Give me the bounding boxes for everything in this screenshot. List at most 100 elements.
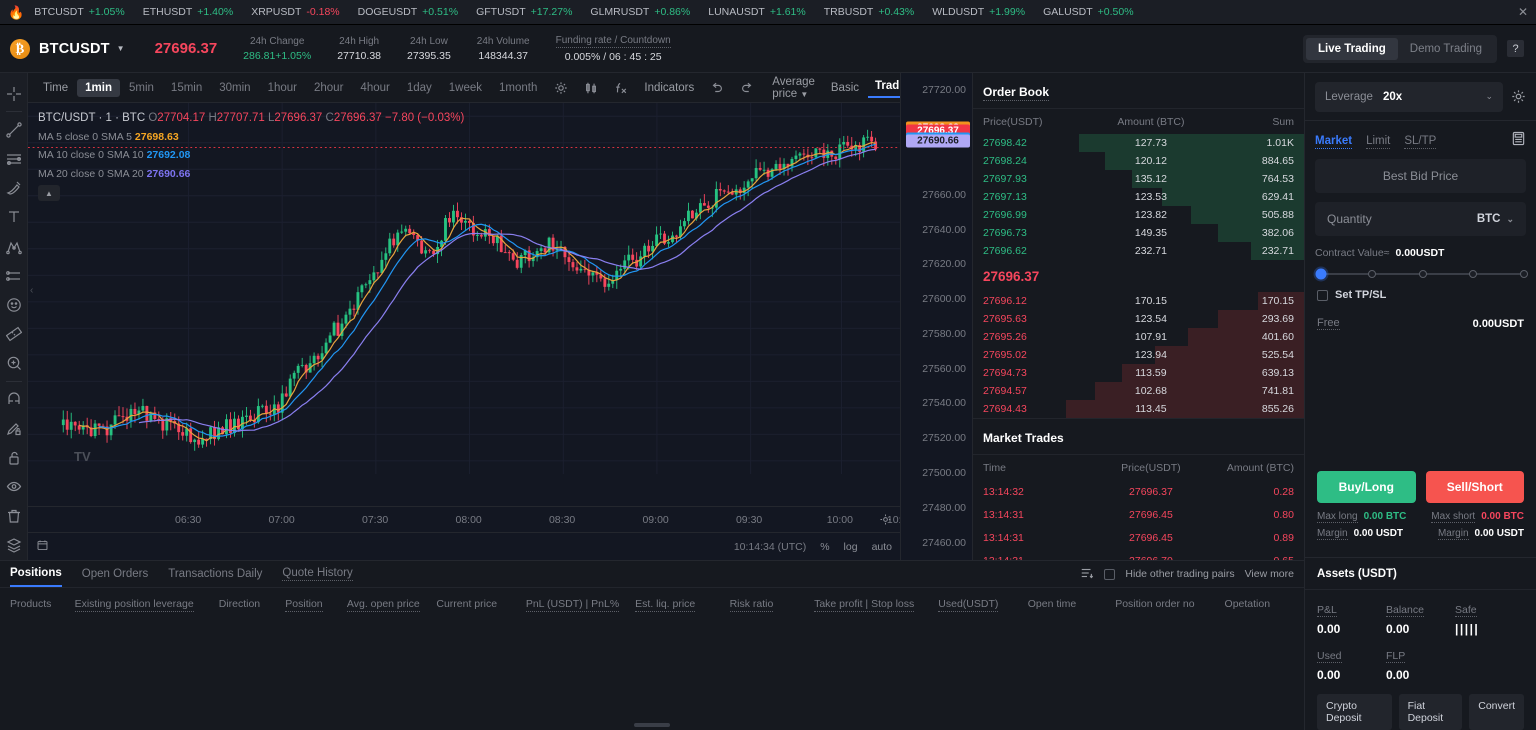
positions-tab-open-orders[interactable]: Open Orders — [82, 561, 148, 587]
ticker-item[interactable]: LUNAUSDT +1.61% — [708, 6, 806, 18]
crosshair-icon[interactable] — [1, 79, 27, 108]
chart-canvas-area[interactable]: BTC/USDT · 1 · BTC O27704.17 H27707.71 L… — [28, 103, 900, 506]
eye-icon[interactable] — [1, 472, 27, 501]
order-tab-sl-tp[interactable]: SL/TP — [1404, 135, 1437, 149]
timeframe-5min[interactable]: 5min — [121, 79, 162, 97]
demo-trading-button[interactable]: Demo Trading — [1398, 38, 1494, 60]
log-scale-button[interactable]: log — [844, 541, 858, 553]
timeframe-1min[interactable]: 1min — [77, 78, 120, 97]
candle-type-icon[interactable] — [577, 81, 605, 95]
ticker-item[interactable]: GALUSDT +0.50% — [1043, 6, 1134, 18]
view-more-link[interactable]: View more — [1245, 568, 1294, 580]
order-book-row[interactable]: 27697.13 123.53 629.41 — [973, 188, 1304, 206]
slider-step-50[interactable] — [1418, 270, 1427, 278]
set-tpsl-checkbox[interactable] — [1317, 289, 1328, 301]
crypto-deposit-button[interactable]: Crypto Deposit — [1317, 694, 1392, 730]
indicators-label[interactable]: Indicators — [637, 79, 701, 97]
pencil-unlock-icon[interactable] — [1, 414, 27, 443]
order-book-row[interactable]: 27694.73 113.59 639.13 — [973, 364, 1304, 382]
chart-settings-icon[interactable] — [547, 81, 575, 95]
ticker-item[interactable]: GLMRUSDT +0.86% — [590, 6, 690, 18]
order-book-row[interactable]: 27695.26 107.91 401.60 — [973, 328, 1304, 346]
timeframe-2hour[interactable]: 2hour — [306, 79, 351, 97]
trend-line-icon[interactable] — [1, 115, 27, 144]
timeframe-4hour[interactable]: 4hour — [352, 79, 397, 97]
order-book-row[interactable]: 27694.43 113.45 855.26 — [973, 400, 1304, 418]
order-book-row[interactable]: 27696.12 170.15 170.15 — [973, 292, 1304, 310]
ticker-item[interactable]: BTCUSDT +1.05% — [34, 6, 125, 18]
chevron-down-icon[interactable]: ▼ — [117, 44, 125, 53]
pair-selector-label[interactable]: BTCUSDT — [39, 41, 110, 57]
layers-icon[interactable] — [1, 531, 27, 560]
auto-scale-button[interactable]: auto — [872, 541, 892, 553]
timeframe-1week[interactable]: 1week — [441, 79, 490, 97]
resize-grip[interactable] — [0, 720, 1304, 730]
sell-short-button[interactable]: Sell/Short — [1425, 471, 1524, 503]
slider-step-25[interactable] — [1367, 270, 1376, 278]
order-book-row[interactable]: 27695.63 123.54 293.69 — [973, 310, 1304, 328]
help-icon[interactable]: ? — [1507, 40, 1524, 57]
ticker-item[interactable]: WLDUSDT +1.99% — [932, 6, 1025, 18]
ticker-item[interactable]: TRBUSDT +0.43% — [824, 6, 915, 18]
percent-scale-button[interactable]: % — [820, 541, 829, 553]
order-book-row[interactable]: 27696.62 232.71 232.71 — [973, 242, 1304, 260]
order-book-row[interactable]: 27698.42 127.73 1.01K — [973, 134, 1304, 152]
set-tpsl-row[interactable]: Set TP/SL — [1305, 283, 1536, 301]
convert-button[interactable]: Convert — [1469, 694, 1524, 730]
ticker-item[interactable]: ETHUSDT +1.40% — [143, 6, 234, 18]
brush-icon[interactable] — [1, 174, 27, 203]
hide-other-pairs-label[interactable]: Hide other trading pairs — [1125, 568, 1234, 580]
positions-tab-transactions-daily[interactable]: Transactions Daily — [168, 561, 262, 587]
order-book-row[interactable]: 27694.57 102.68 741.81 — [973, 382, 1304, 400]
hide-other-pairs-checkbox[interactable] — [1104, 568, 1116, 580]
order-book-row[interactable]: 27695.02 123.94 525.54 — [973, 346, 1304, 364]
fiat-deposit-button[interactable]: Fiat Deposit — [1398, 694, 1463, 730]
buy-long-button[interactable]: Buy/Long — [1317, 471, 1416, 503]
price-axis[interactable]: 27720.0027700.0027680.0027660.0027640.00… — [900, 73, 972, 560]
emoji-icon[interactable] — [1, 290, 27, 319]
trash-icon[interactable] — [1, 502, 27, 531]
filter-sort-icon[interactable] — [1080, 566, 1094, 583]
slider-step-100[interactable] — [1520, 270, 1528, 278]
time-axis[interactable]: 06:30 07:00 07:30 08:00 08:30 09:00 09:30 10:00… — [28, 506, 913, 532]
slider-handle-0[interactable] — [1315, 268, 1327, 280]
slider-step-75[interactable] — [1469, 270, 1478, 278]
basic-chart-tab[interactable]: Basic — [824, 79, 866, 97]
quantity-input[interactable]: Quantity BTC ⌄ — [1315, 202, 1526, 236]
positions-tab-quote-history[interactable]: Quote History — [282, 561, 353, 587]
positions-tab-positions[interactable]: Positions — [10, 561, 62, 587]
timeframe-1day[interactable]: 1day — [399, 79, 440, 97]
prediction-icon[interactable] — [1, 261, 27, 290]
calculator-icon[interactable] — [1511, 131, 1526, 151]
ruler-icon[interactable] — [1, 319, 27, 348]
zoom-in-icon[interactable] — [1, 349, 27, 378]
average-price-selector[interactable]: Average price ▼ — [765, 73, 822, 103]
best-bid-price-button[interactable]: Best Bid Price — [1315, 159, 1526, 193]
gear-icon[interactable] — [1511, 89, 1526, 104]
leverage-selector[interactable]: Leverage 20x ⌄ — [1315, 81, 1503, 112]
text-icon[interactable] — [1, 203, 27, 232]
ticker-item[interactable]: XRPUSDT -0.18% — [251, 6, 339, 18]
lock-icon[interactable] — [1, 443, 27, 472]
order-book-row[interactable]: 27696.73 149.35 382.06 — [973, 224, 1304, 242]
ticker-item[interactable]: DOGEUSDT +0.51% — [358, 6, 458, 18]
quantity-unit-selector[interactable]: BTC ⌄ — [1477, 213, 1514, 225]
time-settings-icon[interactable] — [879, 513, 892, 531]
order-book-row[interactable]: 27696.99 123.82 505.88 — [973, 206, 1304, 224]
ticker-item[interactable]: GFTUSDT +17.27% — [476, 6, 572, 18]
indicators-fx-icon[interactable] — [607, 81, 635, 95]
order-book-row[interactable]: 27698.24 120.12 884.65 — [973, 152, 1304, 170]
order-tab-limit[interactable]: Limit — [1366, 135, 1391, 149]
collapse-legend-button[interactable]: ▲ — [38, 185, 60, 201]
horizontal-lines-icon[interactable] — [1, 144, 27, 173]
slider-track[interactable] — [1315, 268, 1528, 280]
close-icon[interactable]: ✕ — [1518, 5, 1528, 19]
timeframe-15min[interactable]: 15min — [163, 79, 210, 97]
timeframe-1month[interactable]: 1month — [491, 79, 545, 97]
undo-icon[interactable] — [703, 81, 731, 95]
live-trading-button[interactable]: Live Trading — [1306, 37, 1398, 60]
scroll-left-icon[interactable]: ‹ — [30, 285, 33, 296]
magnet-icon[interactable] — [1, 385, 27, 414]
timeframe-30min[interactable]: 30min — [211, 79, 258, 97]
order-book-row[interactable]: 27697.93 135.12 764.53 — [973, 170, 1304, 188]
